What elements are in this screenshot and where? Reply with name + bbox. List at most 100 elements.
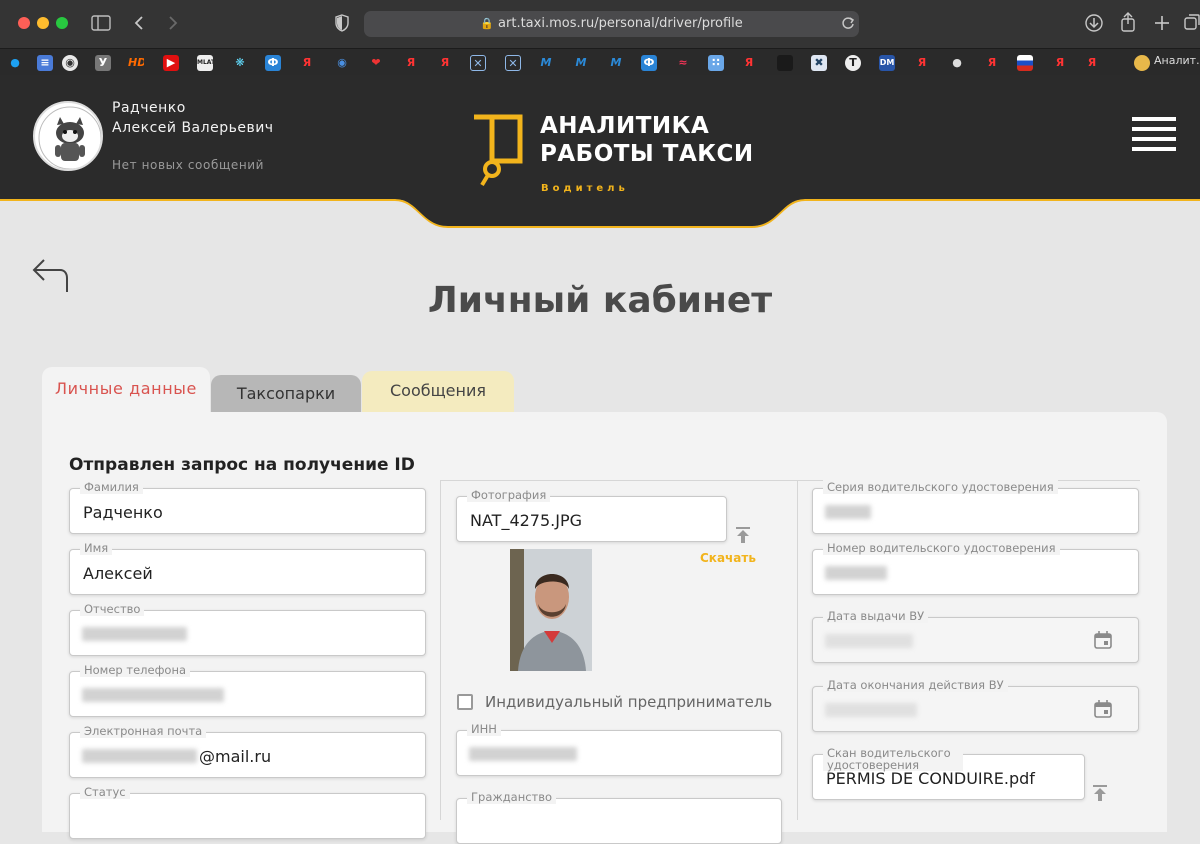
new-tab-icon[interactable] [1154,15,1170,31]
column-divider-2 [797,480,798,820]
avatar[interactable] [33,101,103,171]
status-label: Статус [80,785,130,799]
name-field[interactable]: Имя Алексей [69,541,426,595]
maximize-window-button[interactable] [56,17,68,29]
email-label: Электронная почта [80,724,207,738]
minimize-window-button[interactable] [37,17,49,29]
license-scan-filename: PERMIS DE CONDUIRE.pdf [826,769,1035,788]
inn-field[interactable]: ИНН [456,722,782,776]
messages-status[interactable]: Нет новых сообщений [112,158,264,172]
license-number-label: Номер водительского удостоверения [823,541,1060,555]
globe-bookmark-icon[interactable]: ◉ [334,55,350,71]
hamburger-icon [1132,117,1176,151]
m-bookmark-icon-1[interactable]: M [538,55,554,71]
tab-personal-data[interactable]: Личные данные [42,367,210,415]
privacy-shield-icon[interactable] [335,14,349,32]
yandex-bookmark-icon-1[interactable]: Я [299,55,315,71]
u-bookmark-icon[interactable]: У [95,55,111,71]
upload-icon[interactable] [735,526,751,544]
tab-label-taxiparks: Таксопарки [236,384,336,403]
request-status-heading: Отправлен запрос на получение ID [69,455,415,475]
calendar-icon[interactable] [1094,700,1112,718]
x-bookmark-icon[interactable]: ✖ [811,55,827,71]
analytics-bookmark-label[interactable]: Аналит… [1154,54,1200,67]
f-bookmark-icon[interactable]: Ф [265,55,281,71]
download-link[interactable]: Скачать [700,551,756,565]
yandex-bookmark-icon-6[interactable]: Я [984,55,1000,71]
russia-flag-bookmark-icon[interactable] [1017,55,1033,71]
mlat-bookmark-icon[interactable]: MLAT [197,55,213,71]
tab-overview-icon[interactable] [1184,14,1200,32]
address-bar[interactable]: 🔒 art.taxi.mos.ru/personal/driver/profil… [364,11,859,37]
grid-bookmark-icon[interactable]: ∷ [708,55,724,71]
email-redacted [82,749,197,763]
react-bookmark-icon[interactable]: ❋ [232,55,248,71]
license-number-field[interactable]: Номер водительского удостоверения [812,541,1139,595]
f-bookmark-icon-2[interactable]: Ф [641,55,657,71]
back-nav-icon[interactable] [133,15,145,31]
expiry-date-label: Дата окончания действия ВУ [823,678,1008,692]
issue-date-label: Дата выдачи ВУ [823,609,929,623]
forward-nav-icon[interactable] [167,15,179,31]
hamburger-menu-button[interactable] [1132,117,1177,153]
email-domain: @mail.ru [199,747,272,766]
photo-label: Фотография [467,488,551,502]
status-field[interactable]: Статус [69,785,426,839]
phone-redacted [82,688,224,702]
sidebar-toggle-icon[interactable] [91,15,111,31]
m-bookmark-icon-3[interactable]: M [608,55,624,71]
expiry-date-field[interactable]: Дата окончания действия ВУ [812,678,1139,732]
column-divider-1 [440,480,441,820]
wave-bookmark-icon[interactable]: ≈ [675,55,691,71]
close-window-button[interactable] [18,17,30,29]
email-field[interactable]: Электронная почта @mail.ru [69,724,426,778]
twitter-bookmark-icon[interactable]: ● [7,55,23,71]
docs-bookmark-icon[interactable]: ≡ [37,55,53,71]
heart-bookmark-icon[interactable]: ❤ [368,55,384,71]
tab-messages[interactable]: Сообщения [362,371,514,413]
license-series-label: Серия водительского удостоверения [823,480,1058,494]
apple-bookmark-icon[interactable]: ● [949,55,965,71]
surname-field[interactable]: Фамилия Радченко [69,480,426,534]
calendar-icon[interactable] [1094,631,1112,649]
downloads-icon[interactable] [1085,14,1103,32]
yandex-bookmark-icon-7[interactable]: Я [1052,55,1068,71]
issue-date-field[interactable]: Дата выдачи ВУ [812,609,1139,663]
license-series-field[interactable]: Серия водительского удостоверения [812,480,1139,534]
logo-icon[interactable] [470,113,526,187]
dm-bookmark-icon[interactable]: DM [879,55,895,71]
tab-label-personal: Личные данные [55,379,197,398]
map-bookmark-icon-2[interactable]: ✕ [505,55,521,71]
photo-field[interactable]: Фотография NAT_4275.JPG [456,488,727,542]
expiry-date-redacted [825,703,917,717]
user-name-line1: Радченко [112,100,186,116]
citizenship-field[interactable]: Гражданство [456,790,782,844]
license-series-redacted [825,505,871,519]
dark-bookmark-icon[interactable] [777,55,793,71]
header-notch [0,195,1200,228]
patronymic-field[interactable]: Отчество [69,602,426,656]
ball-bookmark-icon[interactable]: ◉ [62,55,78,71]
yandex-bookmark-icon-4[interactable]: Я [741,55,757,71]
surname-value: Радченко [83,503,163,522]
hd-bookmark-icon[interactable]: HD [128,55,144,71]
m-bookmark-icon-2[interactable]: M [573,55,589,71]
map-bookmark-icon-1[interactable]: ✕ [470,55,486,71]
logo-title-line2: РАБОТЫ ТАКСИ [540,141,754,167]
yandex-bookmark-icon-5[interactable]: Я [914,55,930,71]
yandex-bookmark-icon-3[interactable]: Я [437,55,453,71]
upload-icon[interactable] [1092,784,1108,802]
license-scan-field[interactable]: Скан водительского удостоверения PERMIS … [812,747,1085,800]
share-icon[interactable] [1120,12,1136,32]
phone-field[interactable]: Номер телефона [69,663,426,717]
yandex-bookmark-icon-2[interactable]: Я [403,55,419,71]
ip-checkbox-label[interactable]: Индивидуальный предприниматель [485,693,772,711]
t-bookmark-icon[interactable]: T [845,55,861,71]
yandex-bookmark-icon-8[interactable]: Я [1084,55,1100,71]
reload-icon[interactable] [841,16,855,30]
youtube-bookmark-icon[interactable]: ▶ [163,55,179,71]
patronymic-redacted [82,627,187,641]
tab-taxiparks[interactable]: Таксопарки [211,375,361,413]
analytics-bookmark-icon[interactable] [1134,55,1150,71]
ip-checkbox[interactable] [457,694,473,710]
